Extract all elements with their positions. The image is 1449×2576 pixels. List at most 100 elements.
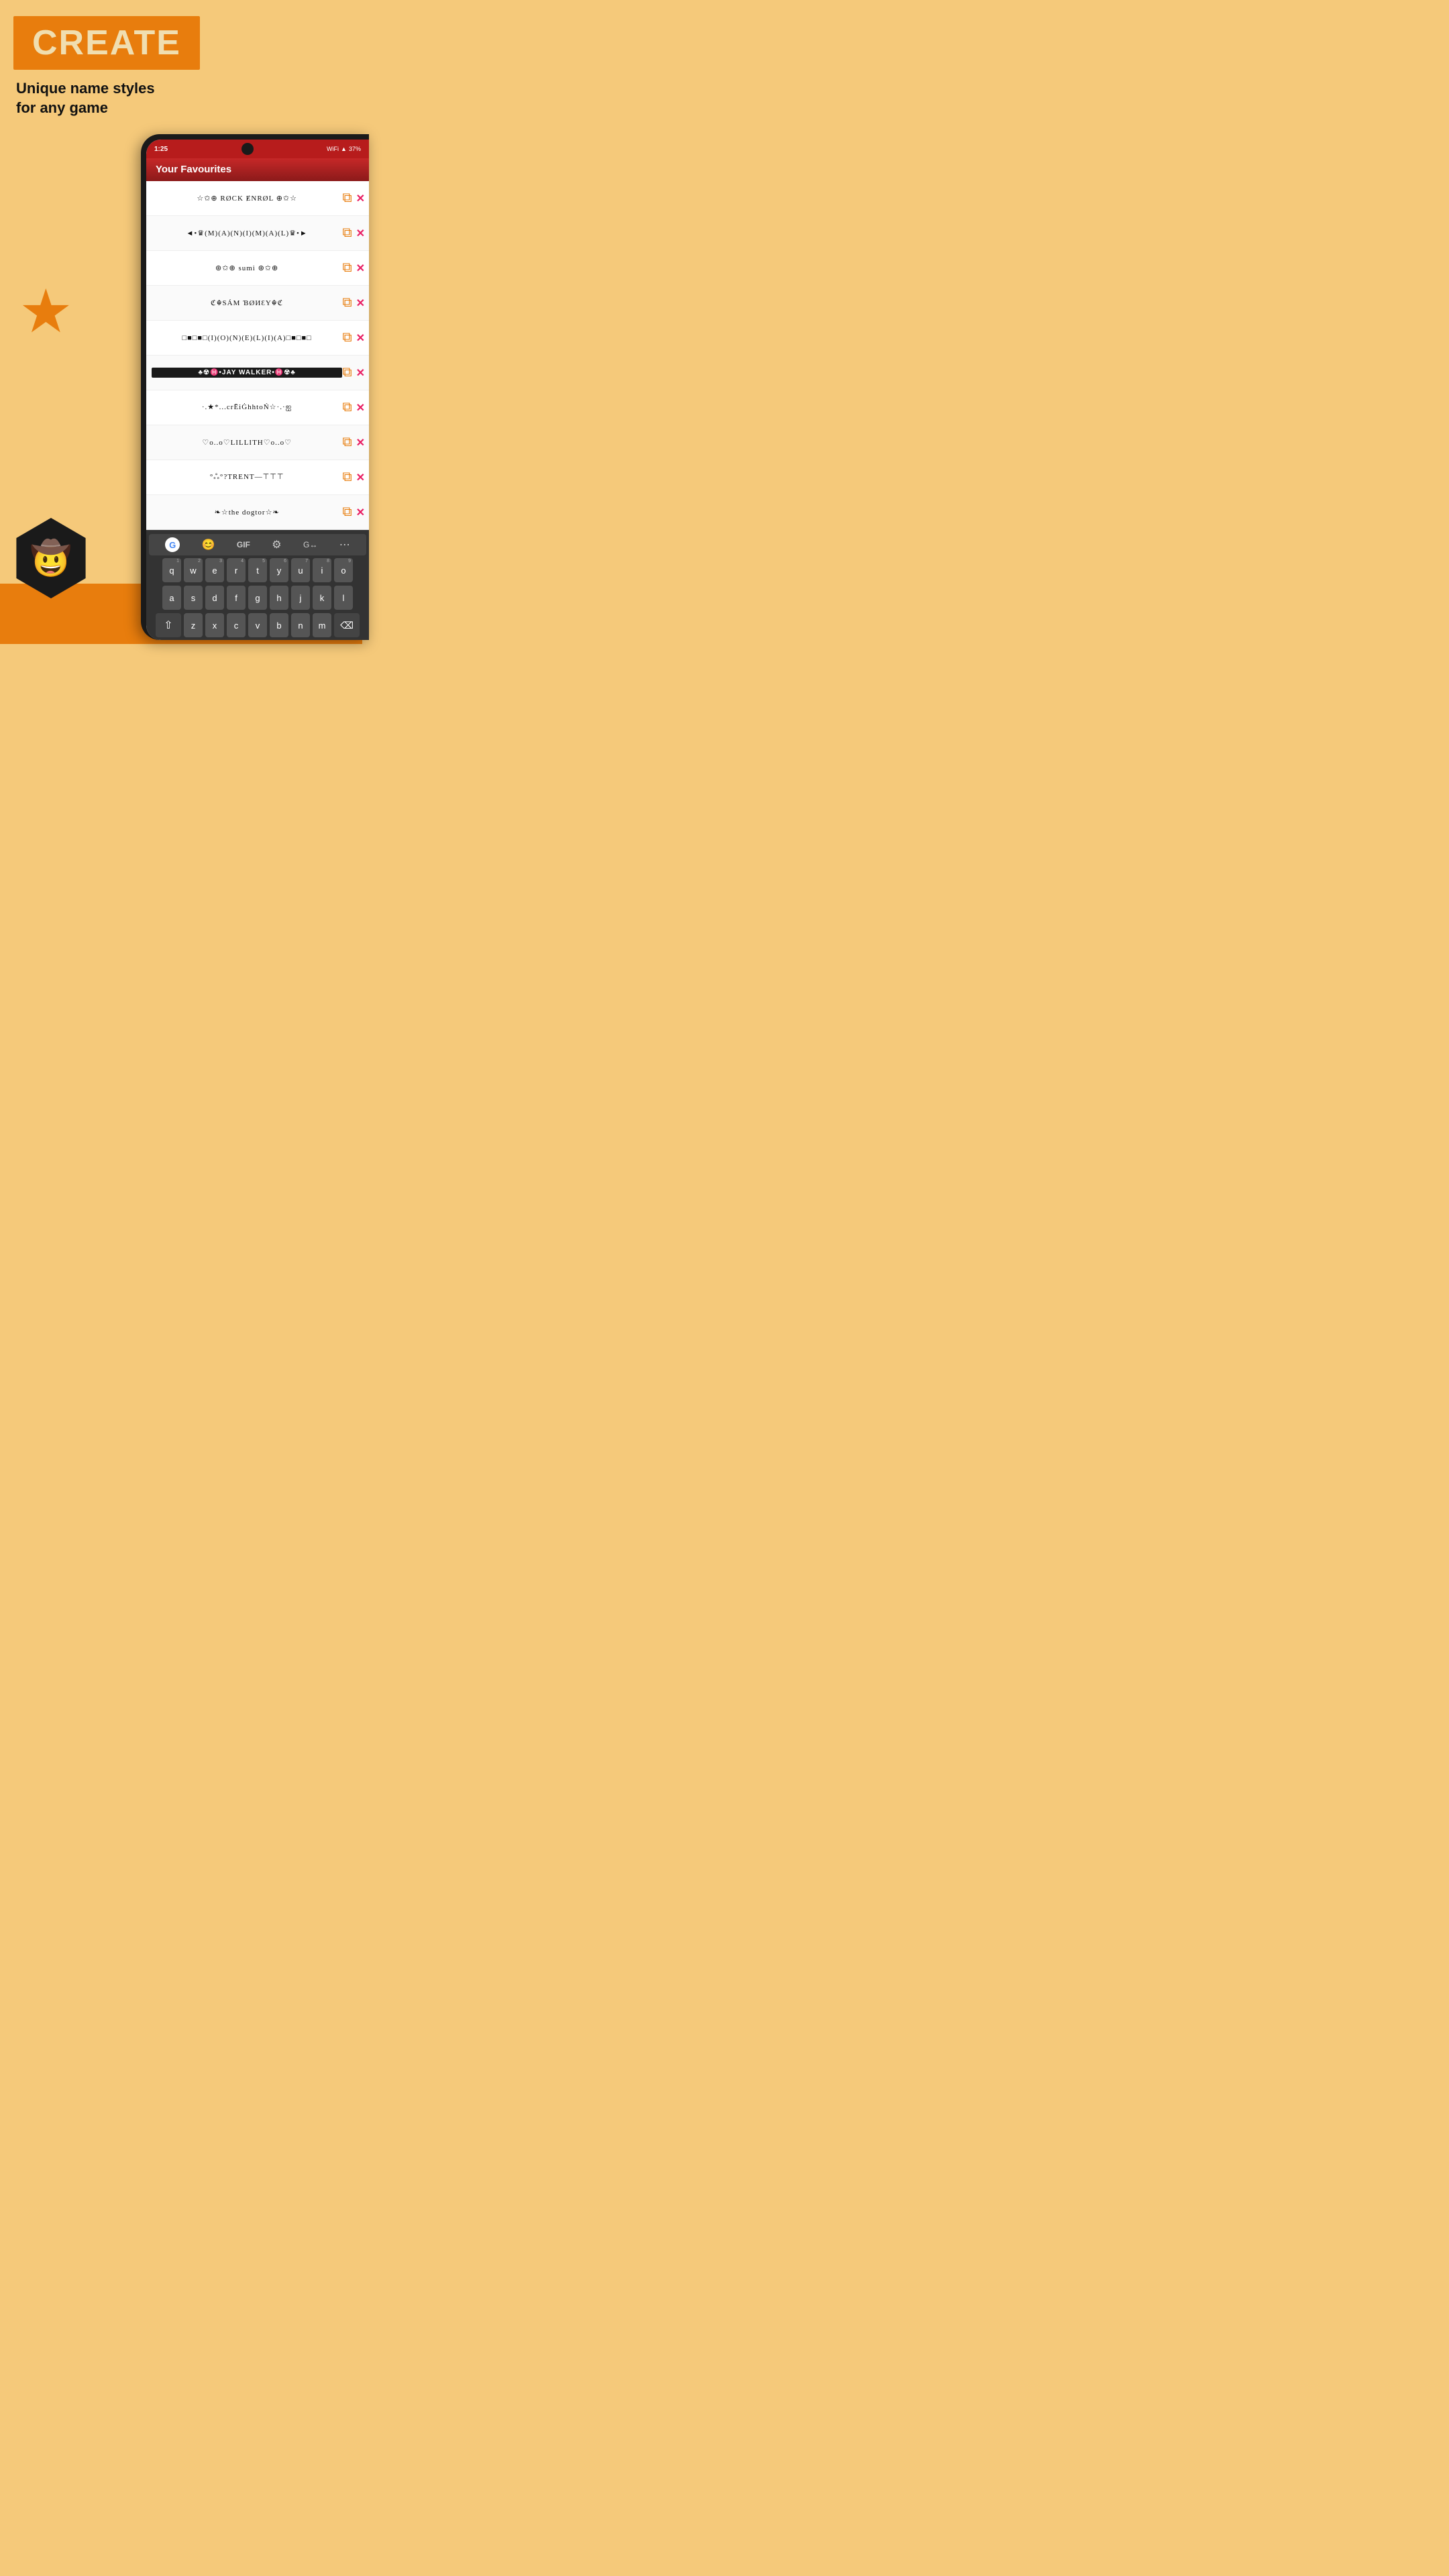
phone-screen: 1:25 WiFi ▲ 37% Your Favourites ☆✩⊕ RØCK… [146,140,369,640]
signal-icon: ▲ [341,146,347,152]
more-icon[interactable]: ⋯ [339,538,350,551]
key-a[interactable]: a [162,586,181,610]
fav-name-6: ♣☢♓•JAY WALKER•♓☢♣ [152,368,342,378]
key-s[interactable]: s [184,586,203,610]
battery-text: 37% [349,146,361,152]
tagline: Unique name styles for any game [16,79,349,117]
key-m[interactable]: m [313,613,331,637]
fav-copy-btn-3[interactable]: ⧉ [342,260,352,276]
key-l[interactable]: l [334,586,353,610]
fav-copy-btn-1[interactable]: ⧉ [342,191,352,206]
fav-copy-btn-4[interactable]: ⧉ [342,295,352,311]
key-r[interactable]: r4 [227,558,246,582]
fav-name-10: ❧☆the dogtor☆❧ [152,506,342,518]
fav-delete-btn-5[interactable]: ✕ [356,331,365,345]
tagline-line1: Unique name styles [16,80,155,97]
settings-icon[interactable]: ⚙ [272,538,281,551]
fav-name-7: ·.★*...crĒiĠhhtоŃ☆·.·ஐ [152,401,342,414]
key-h[interactable]: h [270,586,288,610]
key-i[interactable]: i8 [313,558,331,582]
logo-hexagon: 🤠 [11,518,91,598]
create-banner: CREATE [13,16,200,70]
key-x[interactable]: x [205,613,224,637]
status-bar: 1:25 WiFi ▲ 37% [146,140,369,158]
key-k[interactable]: k [313,586,331,610]
fav-copy-btn-10[interactable]: ⧉ [342,504,352,520]
key-o[interactable]: o9 [334,558,353,582]
fav-name-2: ◄•♛(M)(A)(N)(I)(M)(A)(L)♛•► [152,227,342,239]
key-j[interactable]: j [291,586,310,610]
fav-copy-btn-9[interactable]: ⧉ [342,470,352,485]
status-time: 1:25 [154,146,168,153]
fav-copy-btn-8[interactable]: ⧉ [342,435,352,450]
fav-name-8: ♡о..о♡LILLITH♡о..о♡ [152,437,342,448]
emoji-icon[interactable]: 😊 [202,538,215,551]
camera-notch [241,143,254,155]
key-c[interactable]: c [227,613,246,637]
key-row-3: ⇧ z x c v b n m ⌫ [149,613,366,637]
fav-name-5: □■□■□(I)(O)(N)(E)(L)(I)(A)□■□■□ [152,333,342,343]
fav-name-1: ☆✩⊕ RØCK ɆNRØL ⊕✩☆ [152,193,342,204]
key-v[interactable]: v [248,613,267,637]
app-bar: Your Favourites [146,158,369,181]
key-u[interactable]: u7 [291,558,310,582]
fav-item-6: ♣☢♓•JAY WALKER•♓☢♣⧉ ✕ [146,356,369,390]
logo-badge: 🤠 [11,518,91,598]
key-q[interactable]: q1 [162,558,181,582]
keyboard-toolbar: G 😊 GIF ⚙ G↔ ⋯ [149,534,366,555]
key-w[interactable]: w2 [184,558,203,582]
fav-copy-btn-2[interactable]: ⧉ [342,225,352,241]
keyboard-rows: q1 w2 e3 r4 t5 y6 u7 i8 o9 a s d f g [149,558,366,637]
key-shift[interactable]: ⇧ [156,613,181,637]
fav-delete-btn-3[interactable]: ✕ [356,262,365,275]
star-icon: ★ [19,282,86,345]
status-icons: WiFi ▲ 37% [327,146,361,152]
fav-delete-btn-1[interactable]: ✕ [356,192,365,205]
google-icon[interactable]: G [165,537,180,552]
fav-item-5: □■□■□(I)(O)(N)(E)(L)(I)(A)□■□■□⧉ ✕ [146,321,369,356]
key-f[interactable]: f [227,586,246,610]
favourites-list: ☆✩⊕ RØCK ɆNRØL ⊕✩☆⧉✕◄•♛(M)(A)(N)(I)(M)(A… [146,181,369,530]
fav-delete-btn-8[interactable]: ✕ [356,436,365,449]
key-g[interactable]: g [248,586,267,610]
fav-delete-btn-6[interactable]: ✕ [356,366,365,380]
keyboard-area: G 😊 GIF ⚙ G↔ ⋯ q1 w2 e3 r4 t5 y6 u7 i8 [146,530,369,640]
fav-item-10: ❧☆the dogtor☆❧⧉ ✕ [146,495,369,530]
fav-delete-btn-9[interactable]: ✕ [356,471,365,484]
fav-item-7: ·.★*...crĒiĠhhtоŃ☆·.·ஐ⧉ ✕ [146,390,369,425]
top-section: CREATE Unique name styles for any game [0,0,362,124]
key-b[interactable]: b [270,613,288,637]
key-n[interactable]: n [291,613,310,637]
wifi-icon: WiFi [327,146,339,152]
fav-delete-btn-10[interactable]: ✕ [356,506,365,519]
fav-item-8: ♡о..о♡LILLITH♡о..о♡⧉ ✕ [146,425,369,460]
fav-delete-btn-4[interactable]: ✕ [356,297,365,310]
gif-icon[interactable]: GIF [237,540,250,549]
key-e[interactable]: e3 [205,558,224,582]
key-d[interactable]: d [205,586,224,610]
fav-name-4: ℭ☬SÁM ƁØИƐY☬ℭ [152,297,342,309]
translate-icon[interactable]: G↔ [303,540,317,549]
key-backspace[interactable]: ⌫ [334,613,360,637]
fav-copy-btn-7[interactable]: ⧉ [342,400,352,415]
create-title: CREATE [32,23,181,63]
fav-item-2: ◄•♛(M)(A)(N)(I)(M)(A)(L)♛•►⧉ ✕ [146,216,369,251]
tagline-line2: for any game [16,99,108,116]
key-z[interactable]: z [184,613,203,637]
star-container: ★ [19,282,86,345]
key-row-2: a s d f g h j k l [149,586,366,610]
key-y[interactable]: y6 [270,558,288,582]
fav-item-4: ℭ☬SÁM ƁØИƐY☬ℭ⧉ ✕ [146,286,369,321]
fav-item-9: °ஃ°?TRENT—⊤⊤⊤⧉ ✕ [146,460,369,495]
fav-copy-btn-6[interactable]: ⧉ [342,365,352,380]
key-row-1: q1 w2 e3 r4 t5 y6 u7 i8 o9 [149,558,366,582]
fav-copy-btn-5[interactable]: ⧉ [342,330,352,345]
fav-delete-btn-7[interactable]: ✕ [356,401,365,415]
key-t[interactable]: t5 [248,558,267,582]
phone-mockup: 1:25 WiFi ▲ 37% Your Favourites ☆✩⊕ RØCK… [141,134,369,640]
fav-item-3: ⊛✩⊕ sumi ⊛✩⊕⧉✕ [146,251,369,286]
fav-name-9: °ஃ°?TRENT—⊤⊤⊤ [152,471,342,484]
logo-icon: 🤠 [30,539,72,578]
app-bar-title: Your Favourites [156,164,231,175]
fav-delete-btn-2[interactable]: ✕ [356,227,365,240]
